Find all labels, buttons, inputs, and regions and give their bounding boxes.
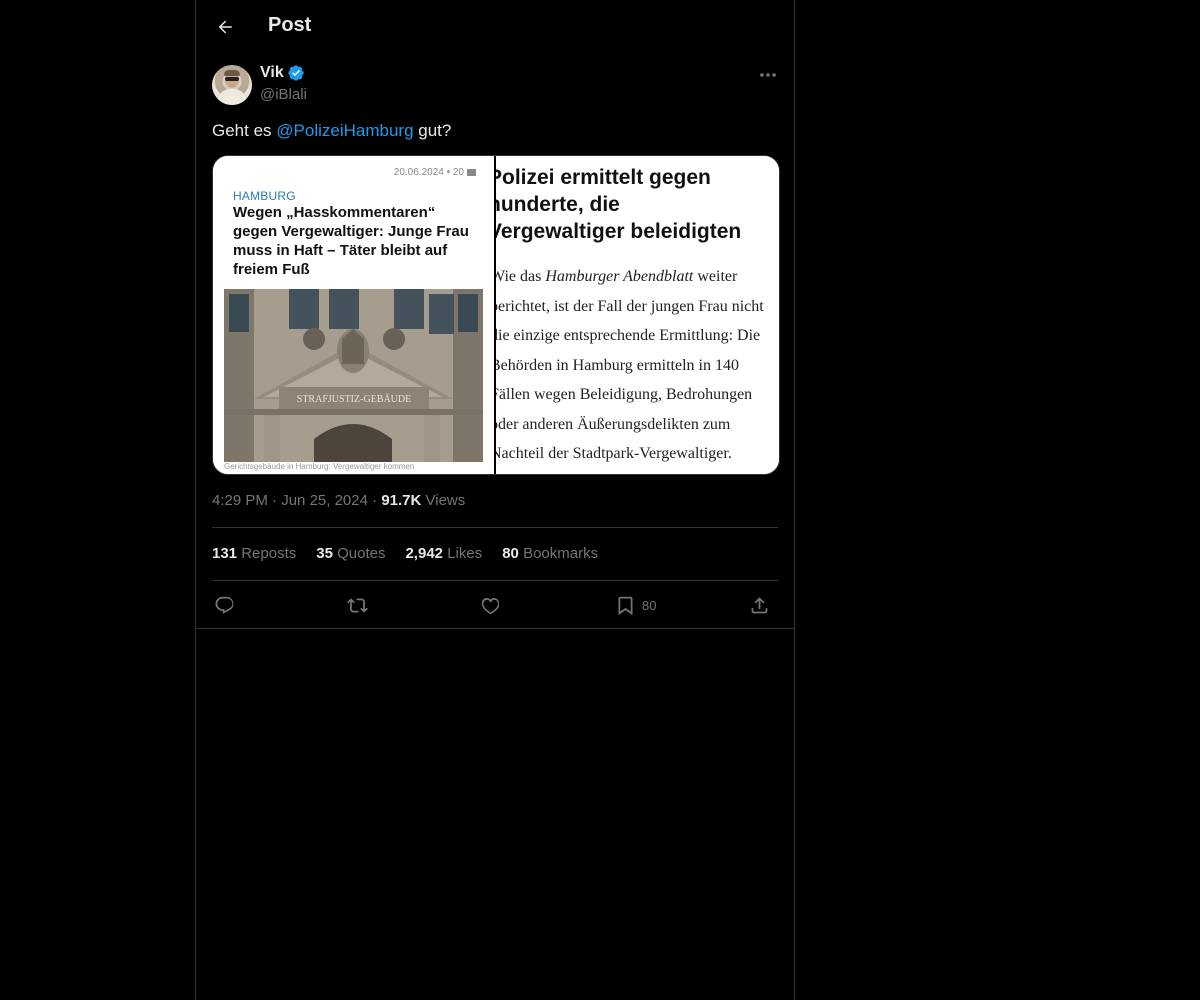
body-line: Behörden in Hamburg ermitteln in 140 bbox=[496, 356, 739, 374]
divider bbox=[212, 527, 778, 528]
body-line: oder anderen Äußerungsdelikten zum bbox=[496, 415, 731, 433]
post-time[interactable]: 4:29 PM bbox=[212, 492, 268, 509]
newspaper-name: Hamburger Abendblatt bbox=[545, 268, 694, 285]
bookmark-count: 80 bbox=[642, 597, 657, 613]
author-name[interactable]: Vik bbox=[260, 64, 284, 82]
right-headline-line: Vergewaltiger beleidigten bbox=[496, 220, 742, 243]
reply-button[interactable] bbox=[214, 591, 235, 619]
more-options-button[interactable] bbox=[756, 64, 780, 86]
author-handle[interactable]: @iBlali bbox=[260, 86, 307, 103]
right-headline-line: Polizei ermittelt gegen bbox=[496, 166, 711, 189]
views-count: 91.7K bbox=[381, 492, 422, 509]
avatar[interactable] bbox=[212, 65, 252, 105]
right-body: Wie das Hamburger Abendblatt weiter beri… bbox=[496, 262, 779, 469]
likes-stat[interactable]: 2,942 Likes bbox=[405, 545, 482, 562]
building-sign: STRAFJUSTIZ-GEBÄUDE bbox=[297, 393, 411, 405]
right-headline-line: hunderte, die bbox=[496, 193, 620, 216]
post-date[interactable]: Jun 25, 2024 bbox=[281, 492, 368, 509]
body-line: Wie das Hamburger Abendblatt weiter bbox=[496, 268, 738, 285]
separator-dot: · bbox=[272, 492, 278, 509]
author-name-row[interactable]: Vik bbox=[260, 64, 305, 82]
body-line: die einzige entsprechende Ermittlung: Di… bbox=[496, 327, 761, 344]
tweet-text-before: Geht es bbox=[212, 121, 277, 140]
like-button[interactable] bbox=[480, 591, 501, 619]
body-line: Fällen wegen Beleidigung, Bedrohungen bbox=[496, 386, 753, 403]
right-headline: Polizei ermittelt gegen hunderte, die Ve… bbox=[496, 164, 779, 245]
body-line: berichtet, ist der Fall der jungen Frau … bbox=[496, 297, 764, 315]
tweet-text-after: gut? bbox=[413, 121, 452, 140]
photo-caption: Gerichtsgebäude in Hamburg: Vergewaltige… bbox=[224, 462, 415, 471]
bookmark-button[interactable]: 80 bbox=[615, 591, 656, 619]
article-screenshot-right: Polizei ermittelt gegen hunderte, die Ve… bbox=[496, 156, 779, 474]
heart-icon bbox=[481, 597, 500, 614]
share-icon bbox=[751, 596, 768, 613]
page-title: Post bbox=[268, 14, 312, 36]
reposts-stat[interactable]: 131 Reposts bbox=[212, 545, 296, 562]
arrow-left-icon bbox=[218, 20, 232, 34]
article-meta: 20.06.2024 • 20 bbox=[394, 167, 476, 178]
bookmarks-stat[interactable]: 80 Bookmarks bbox=[502, 545, 598, 562]
separator-dot: · bbox=[372, 492, 378, 509]
court-building-photo: STRAFJUSTIZ-GEBÄUDE bbox=[224, 289, 483, 462]
post-column: Post Vik @iBlali Geht es @PolizeiHamburg… bbox=[195, 0, 795, 1000]
post-timestamp: 4:29 PM · Jun 25, 2024 · 91.7K Views bbox=[212, 492, 465, 509]
engagement-stats: 131 Reposts 35 Quotes 2,942 Likes 80 Boo… bbox=[212, 545, 598, 562]
repost-icon bbox=[347, 597, 368, 613]
comment-icon bbox=[467, 169, 476, 176]
verified-badge-icon bbox=[288, 65, 304, 81]
article-screenshot-left: 20.06.2024 • 20 HAMBURG Wegen „Hasskomme… bbox=[213, 156, 494, 474]
share-button[interactable] bbox=[749, 591, 770, 619]
bookmark-icon bbox=[618, 596, 633, 615]
article-kicker: HAMBURG bbox=[233, 189, 296, 203]
back-button[interactable] bbox=[212, 14, 238, 40]
quotes-stat[interactable]: 35 Quotes bbox=[316, 545, 385, 562]
media-image[interactable]: 20.06.2024 • 20 HAMBURG Wegen „Hasskomme… bbox=[212, 155, 780, 475]
more-dots-icon bbox=[760, 73, 776, 77]
article-date: 20.06.2024 • 20 bbox=[393, 167, 464, 178]
tweet-text: Geht es @PolizeiHamburg gut? bbox=[212, 120, 451, 142]
article-headline: Wegen „Hasskommentaren“ gegen Vergewalti… bbox=[233, 204, 469, 278]
mention-link[interactable]: @PolizeiHamburg bbox=[276, 121, 413, 140]
action-bar: 80 bbox=[212, 591, 778, 619]
body-line: Nachteil der Stadtpark-Vergewaltiger. bbox=[496, 445, 732, 462]
repost-button[interactable] bbox=[347, 591, 368, 619]
divider bbox=[212, 580, 778, 581]
reply-icon bbox=[215, 596, 234, 614]
post-header: Post bbox=[196, 0, 794, 54]
views-label: Views bbox=[425, 492, 466, 509]
divider bbox=[196, 628, 794, 629]
